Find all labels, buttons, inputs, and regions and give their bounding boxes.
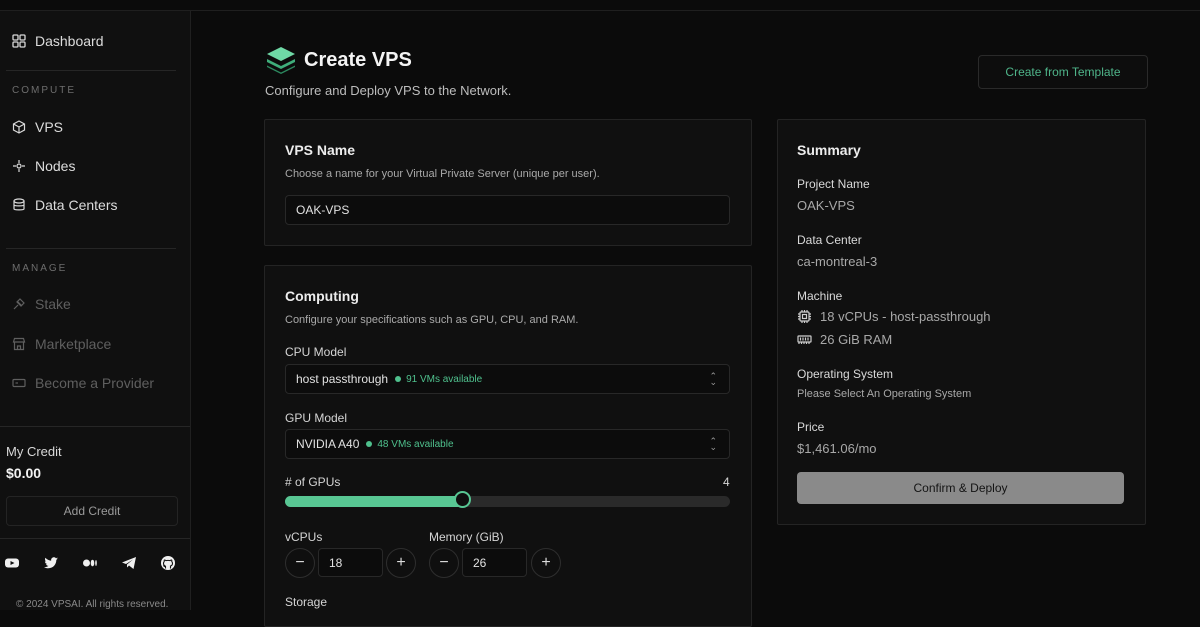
- memory-input[interactable]: 26: [462, 548, 527, 577]
- gpu-model-value: NVIDIA A40: [296, 437, 360, 451]
- status-dot: [395, 376, 402, 382]
- cpu-availability: 91 VMs available: [395, 374, 482, 385]
- machine-ram-text: 26 GiB RAM: [820, 332, 893, 347]
- sidebar-item-label: VPS: [35, 119, 64, 135]
- sidebar-item-data-centers[interactable]: Data Centers: [12, 197, 117, 213]
- page-subtitle: Configure and Deploy VPS to the Network.: [265, 83, 512, 98]
- cpu-availability-text: 91 VMs available: [406, 373, 483, 385]
- summary-title: Summary: [797, 142, 861, 158]
- twitter-icon[interactable]: [43, 553, 82, 573]
- memory-increment-button[interactable]: +: [531, 548, 561, 578]
- slider-fill: [285, 496, 463, 507]
- os-value: Please Select An Operating System: [797, 388, 972, 400]
- sidebar-item-label: Become a Provider: [35, 375, 155, 391]
- sidebar-item-label: Nodes: [35, 158, 76, 174]
- page-title: Create VPS: [304, 49, 412, 71]
- cpu-icon: [798, 310, 811, 323]
- cpu-model-select[interactable]: host passthrough 91 VMs available ⌃ ⌄: [285, 364, 730, 394]
- section-label-manage: MANAGE: [12, 263, 68, 274]
- store-icon: [12, 337, 26, 351]
- computing-title: Computing: [285, 288, 359, 304]
- data-center-label: Data Center: [797, 233, 862, 247]
- confirm-deploy-button[interactable]: Confirm & Deploy: [797, 472, 1124, 504]
- sidebar-item-label: Dashboard: [35, 33, 104, 49]
- section-label-compute: COMPUTE: [12, 85, 76, 96]
- chevron-updown-icon: ⌃ ⌄: [709, 436, 717, 452]
- slider-thumb[interactable]: [454, 491, 471, 508]
- vcpus-label: vCPUs: [285, 530, 323, 544]
- machine-label: Machine: [797, 289, 843, 303]
- gpu-availability: 48 VMs available: [366, 438, 454, 450]
- layers-icon: [267, 47, 295, 74]
- memory-icon: [797, 335, 812, 344]
- status-dot: [366, 441, 373, 447]
- vcpus-input[interactable]: 18: [318, 548, 383, 577]
- social-links: [4, 553, 199, 573]
- vps-name-description: Choose a name for your Virtual Private S…: [285, 168, 600, 180]
- sidebar-item-stake[interactable]: Stake: [12, 296, 71, 312]
- credit-label: My Credit: [6, 444, 62, 459]
- nodes-icon: [13, 160, 25, 172]
- github-icon[interactable]: [160, 553, 199, 573]
- sidebar-divider: [0, 538, 190, 539]
- sidebar-item-label: Marketplace: [35, 336, 112, 352]
- database-icon: [13, 198, 25, 211]
- sidebar-item-marketplace[interactable]: Marketplace: [12, 336, 111, 352]
- chevron-updown-icon: ⌃ ⌄: [709, 371, 717, 387]
- cpu-model-label: CPU Model: [285, 345, 347, 359]
- computing-description: Configure your specifications such as GP…: [285, 314, 579, 326]
- add-credit-button[interactable]: Add Credit: [6, 496, 178, 526]
- machine-ram-row: 26 GiB RAM: [797, 332, 892, 347]
- telegram-icon[interactable]: [121, 553, 160, 573]
- vcpus-increment-button[interactable]: +: [386, 548, 416, 578]
- sidebar-divider: [6, 70, 176, 71]
- server-icon: [12, 378, 26, 388]
- sidebar-item-become-provider[interactable]: Become a Provider: [12, 375, 154, 391]
- project-name-value: OAK-VPS: [797, 198, 855, 213]
- create-from-template-button[interactable]: Create from Template: [978, 55, 1148, 89]
- grid-icon: [12, 34, 26, 48]
- medium-icon[interactable]: [82, 553, 121, 573]
- copyright: © 2024 VPSAI. All rights reserved.: [16, 599, 169, 610]
- cpu-model-value: host passthrough: [296, 372, 389, 386]
- memory-decrement-button[interactable]: −: [429, 548, 459, 578]
- sidebar-divider: [6, 248, 176, 249]
- os-label: Operating System: [797, 367, 894, 381]
- storage-label: Storage: [285, 595, 328, 609]
- sidebar-item-nodes[interactable]: Nodes: [12, 158, 75, 174]
- memory-label: Memory (GiB): [429, 530, 504, 544]
- stake-icon: [13, 298, 25, 310]
- credit-value: $0.00: [6, 465, 42, 481]
- machine-cpu-row: 18 vCPUs - host-passthrough: [797, 309, 991, 324]
- sidebar-divider: [0, 426, 190, 427]
- vcpus-value: 18: [329, 555, 343, 570]
- youtube-icon[interactable]: [4, 553, 43, 573]
- vps-name-card: [264, 119, 752, 246]
- vps-name-value: OAK-VPS: [296, 203, 350, 217]
- sidebar-item-label: Stake: [35, 296, 71, 312]
- price-label: Price: [797, 420, 825, 434]
- gpu-model-label: GPU Model: [285, 411, 348, 425]
- sidebar-item-dashboard[interactable]: Dashboard: [12, 33, 104, 49]
- price-value: $1,461.06/mo: [797, 441, 877, 456]
- vps-name-input[interactable]: OAK-VPS: [285, 195, 730, 225]
- gpu-count-slider[interactable]: [285, 491, 730, 508]
- cube-icon: [12, 120, 26, 134]
- gpu-count-label: # of GPUs: [285, 475, 341, 489]
- gpu-count-value: 4: [723, 475, 730, 489]
- sidebar: Dashboard COMPUTE VPS Nodes Data Centers…: [0, 11, 191, 610]
- machine-cpu-text: 18 vCPUs - host-passthrough: [820, 309, 991, 324]
- vps-name-title: VPS Name: [285, 142, 356, 158]
- sidebar-item-vps[interactable]: VPS: [12, 119, 63, 135]
- memory-value: 26: [473, 555, 487, 570]
- project-name-label: Project Name: [797, 177, 870, 191]
- data-center-value: ca-montreal-3: [797, 254, 878, 269]
- vcpus-decrement-button[interactable]: −: [285, 548, 315, 578]
- gpu-model-select[interactable]: NVIDIA A40 48 VMs available ⌃ ⌄: [285, 429, 730, 459]
- gpu-availability-text: 48 VMs available: [377, 438, 454, 450]
- sidebar-item-label: Data Centers: [35, 197, 118, 213]
